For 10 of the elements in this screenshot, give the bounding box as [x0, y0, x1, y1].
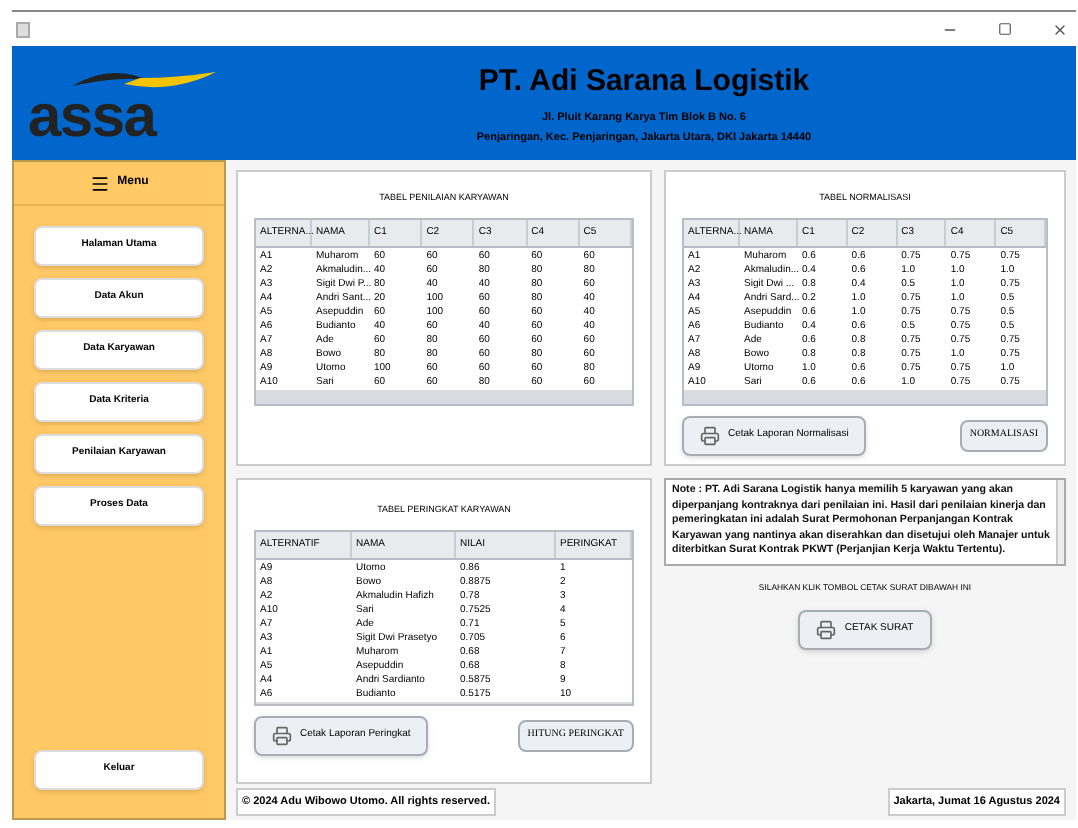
app-icon	[16, 21, 30, 37]
scrollbar	[1056, 480, 1064, 563]
printer-icon	[700, 425, 720, 446]
menu-icon[interactable]	[89, 173, 110, 193]
printer-icon	[816, 619, 837, 640]
printer-icon	[272, 725, 292, 746]
company-name: PT. Adi Sarana Logistik	[478, 61, 810, 101]
maximize-icon[interactable]	[998, 22, 1012, 36]
logo-text: assa	[28, 93, 159, 141]
close-icon[interactable]	[1052, 21, 1068, 37]
